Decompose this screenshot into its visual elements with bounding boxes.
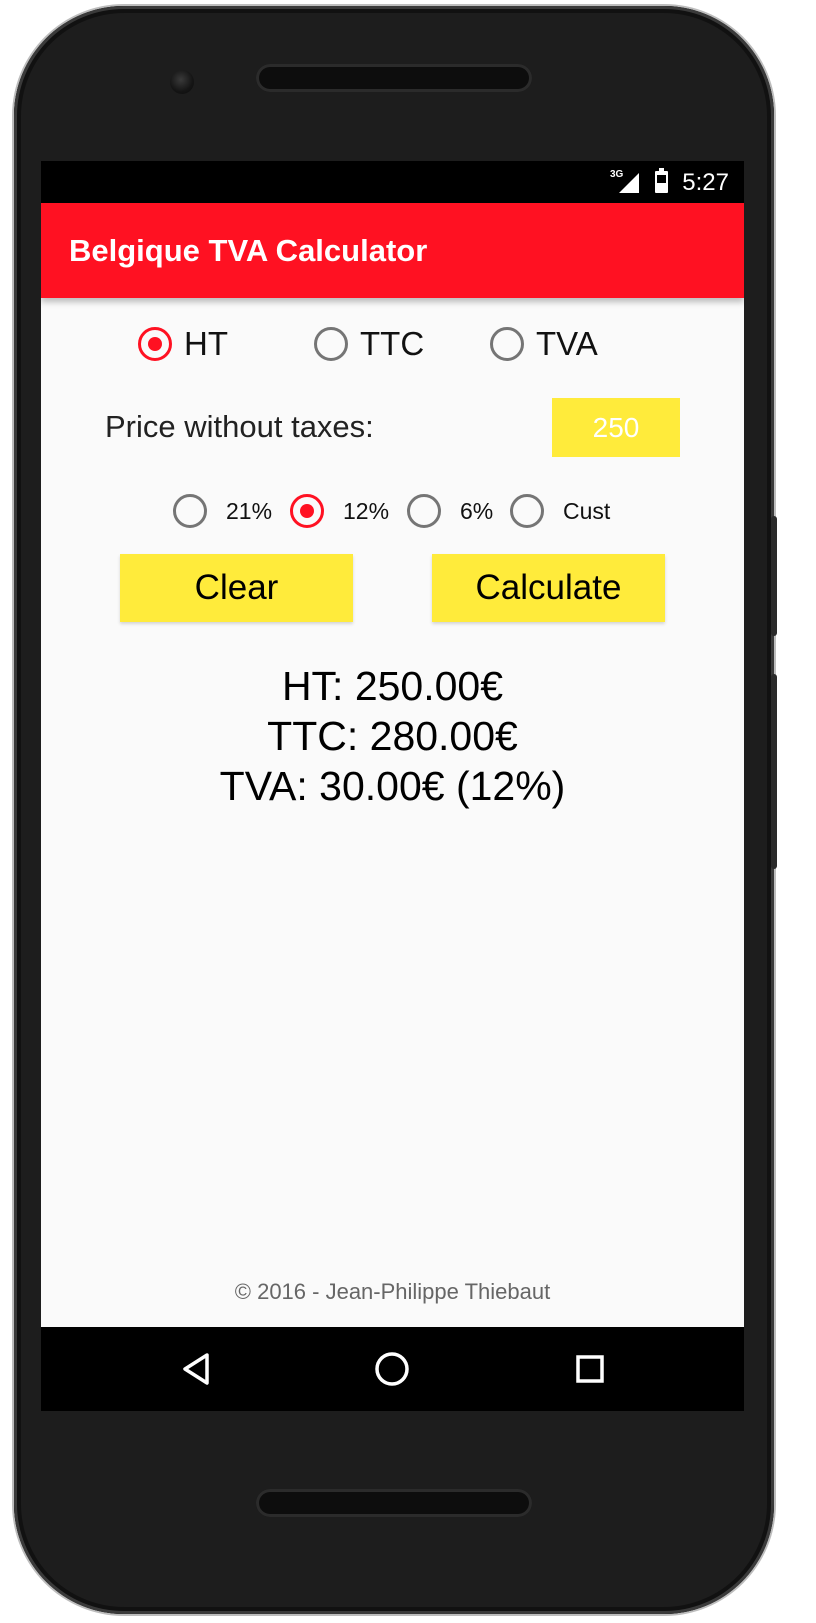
price-input[interactable] (552, 398, 680, 457)
radio-ttc[interactable]: TTC (314, 325, 424, 363)
radio-label: TVA (536, 325, 598, 362)
radio-button-icon (407, 494, 441, 528)
calculate-button[interactable]: Calculate (432, 554, 665, 622)
app-bar: Belgique TVA Calculator (41, 203, 744, 298)
radio-button-icon (510, 494, 544, 528)
radio-label: 6% (460, 497, 494, 524)
radio-ht[interactable]: HT (138, 325, 228, 363)
radio-button-icon (173, 494, 207, 528)
radio-rate-21[interactable]: 21% (173, 494, 272, 528)
volume-button (771, 674, 777, 869)
bottom-speaker (256, 1489, 532, 1517)
radio-label: 12% (343, 497, 390, 524)
battery-icon (655, 168, 668, 193)
radio-button-icon (490, 327, 524, 361)
radio-rate-6[interactable]: 6% (407, 494, 493, 528)
radio-label: Cust (563, 497, 611, 524)
radio-button-icon (290, 494, 324, 528)
radio-label: HT (184, 325, 228, 362)
nav-bar (41, 1327, 744, 1411)
radio-button-icon (138, 327, 172, 361)
result-tva: TVA: 30.00€ (12%) (219, 763, 566, 809)
radio-rate-custom[interactable]: Cust (510, 494, 610, 528)
clear-button[interactable]: Clear (120, 554, 353, 622)
radio-label: TTC (360, 325, 425, 362)
status-time: 5:27 (682, 169, 729, 196)
results-panel: HT: 250.00€ TTC: 280.00€ TVA: 30.00€ (12… (41, 661, 744, 811)
phone-frame: 3G 5:27 Belgique TVA Calculator HT TTC T… (14, 6, 777, 1614)
result-ttc: TTC: 280.00€ (267, 713, 518, 759)
radio-tva[interactable]: TVA (490, 325, 598, 363)
radio-label: 21% (226, 497, 273, 524)
status-bar: 3G 5:27 (41, 161, 744, 203)
price-label: Price without taxes: (105, 409, 374, 444)
app-title: Belgique TVA Calculator (69, 233, 428, 268)
front-camera (170, 70, 194, 94)
back-icon[interactable] (174, 1347, 218, 1391)
home-icon[interactable] (370, 1347, 414, 1391)
radio-rate-12[interactable]: 12% (290, 494, 389, 528)
screen: 3G 5:27 Belgique TVA Calculator HT TTC T… (41, 161, 744, 1411)
result-ht: HT: 250.00€ (281, 663, 504, 709)
power-button (771, 516, 777, 636)
recents-icon[interactable] (568, 1347, 612, 1391)
signal-icon (619, 173, 639, 193)
top-speaker (256, 64, 532, 92)
copyright-footer: © 2016 - Jean-Philippe Thiebaut (234, 1279, 551, 1304)
radio-button-icon (314, 327, 348, 361)
